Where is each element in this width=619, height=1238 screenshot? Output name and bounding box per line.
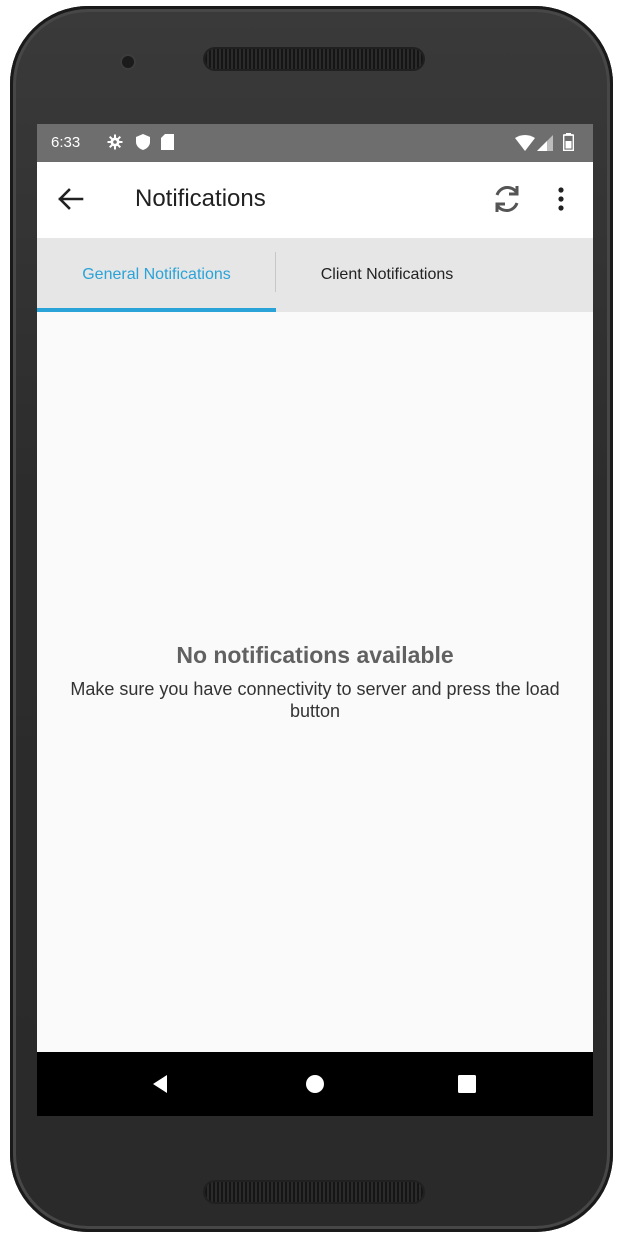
device-screen: 6:33 Notifications General Notifications… (37, 124, 593, 1116)
app-bar: Notifications (37, 162, 593, 238)
wifi-icon (515, 135, 535, 155)
phone-frame: 6:33 Notifications General Notifications… (10, 6, 613, 1232)
signal-icon (537, 135, 553, 155)
more-vert-icon[interactable] (550, 184, 572, 214)
tab-general-notifications[interactable]: General Notifications (37, 238, 276, 312)
shield-icon (136, 134, 150, 154)
back-triangle-icon[interactable] (149, 1070, 177, 1098)
home-circle-icon[interactable] (301, 1070, 329, 1098)
arrow-left-icon[interactable] (55, 184, 85, 214)
recents-square-icon[interactable] (453, 1070, 481, 1098)
settings-icon (107, 134, 123, 154)
status-time: 6:33 (51, 134, 81, 151)
refresh-icon[interactable] (490, 182, 524, 216)
tab-client-notifications[interactable]: Client Notifications (276, 238, 498, 312)
bottom-speaker-grille (205, 1182, 423, 1202)
battery-icon (562, 133, 575, 155)
system-nav-bar (37, 1052, 593, 1116)
notifications-list: No notifications available Make sure you… (37, 312, 593, 1052)
empty-state-message: Make sure you have connectivity to serve… (70, 679, 560, 721)
top-speaker-grille (205, 49, 423, 69)
empty-state-title: No notifications available (176, 642, 454, 668)
front-camera (122, 56, 134, 68)
status-bar: 6:33 (37, 124, 593, 162)
tab-bar: General Notifications Client Notificatio… (37, 238, 593, 312)
sd-card-icon (161, 134, 174, 154)
page-title: Notifications (135, 185, 266, 212)
